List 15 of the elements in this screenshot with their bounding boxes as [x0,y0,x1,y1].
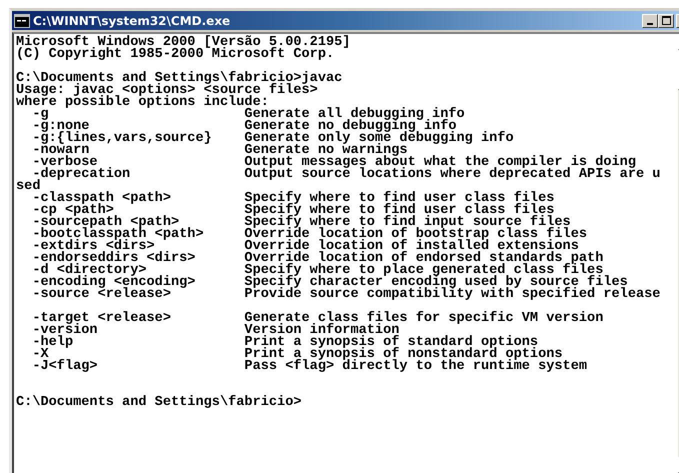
console-line: -source <release> Provide source compatibility with specified release [31,289,662,301]
console-line: -J<flag> Pass <flag> directly to the runtime system [31,361,588,373]
maximize-icon [662,16,670,25]
window-title: C:\WINNT\system32\CMD.exe [33,14,232,28]
maximize-button[interactable] [658,14,674,28]
minimize-icon [647,22,653,24]
console-line: where possible options include: [16,97,269,109]
console-line: C:\Documents and Settings\fabricio> [16,397,303,409]
console-line: -g:{lines,vars,source} Generate only some debugging info [31,133,515,145]
console-icon [14,14,30,28]
console-line: C:\Documents and Settings\fabricio>javac [16,73,344,85]
console-line: (C) Copyright 1985-2000 Microsoft Corp. [16,49,334,61]
minimize-button[interactable] [642,14,658,28]
console-line: sed [16,181,40,193]
console-line: -deprecation Output source locations where deprecated APIs are u [32,169,662,181]
